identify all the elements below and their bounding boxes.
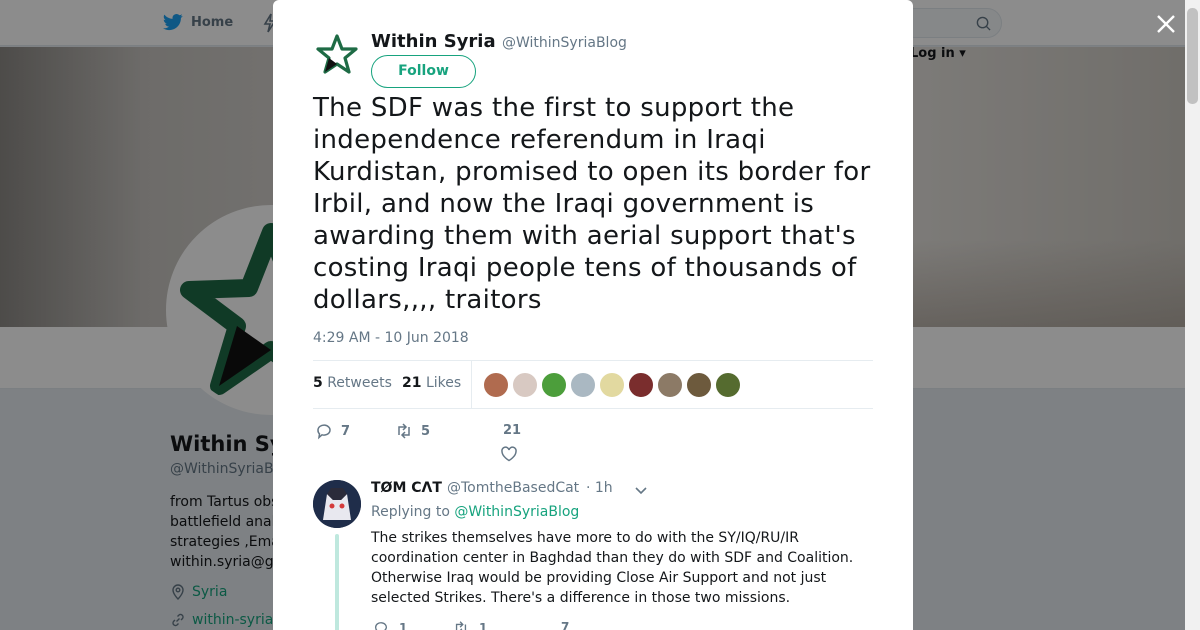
- reply-count: 7: [341, 423, 351, 439]
- reply-time[interactable]: · 1h: [586, 480, 613, 496]
- reply-tweet[interactable]: TØM CΛT @TomtheBasedCat · 1h Replying to…: [313, 474, 873, 630]
- replying-prefix: Replying to: [371, 504, 450, 520]
- reply-author-handle[interactable]: @TomtheBasedCat: [447, 480, 579, 496]
- reply-retweet-count: 1: [479, 621, 488, 630]
- close-icon[interactable]: [1154, 12, 1178, 36]
- stats-divider: [471, 361, 472, 409]
- like-count: 21: [503, 423, 522, 438]
- author-handle[interactable]: @WithinSyriaBlog: [502, 35, 627, 51]
- chevron-down-icon[interactable]: [633, 482, 649, 498]
- retweet-button[interactable]: 5: [395, 422, 430, 440]
- liker-avatar[interactable]: [628, 372, 654, 398]
- replying-to: Replying to @WithinSyriaBlog: [371, 504, 579, 520]
- retweets-stat[interactable]: 5 Retweets: [313, 375, 392, 391]
- retweet-icon: [398, 423, 410, 439]
- author-name[interactable]: Within Syria: [371, 31, 496, 52]
- heart-icon[interactable]: [500, 445, 518, 463]
- tweet-text: The SDF was the first to support the ind…: [313, 93, 871, 315]
- liker-avatar[interactable]: [686, 372, 712, 398]
- follow-button[interactable]: Follow: [371, 55, 476, 88]
- reply-retweet-button[interactable]: 1: [453, 620, 487, 630]
- likes-label: Likes: [425, 375, 462, 391]
- reply-reply-button[interactable]: 1: [373, 620, 407, 630]
- reply-author-name[interactable]: TØM CΛT: [371, 480, 442, 496]
- likes-stat[interactable]: 21 Likes: [402, 375, 461, 391]
- liker-avatar[interactable]: [657, 372, 683, 398]
- liker-avatar[interactable]: [483, 372, 509, 398]
- replying-to-handle[interactable]: @WithinSyriaBlog: [454, 504, 579, 520]
- reply-button[interactable]: 7: [315, 422, 350, 440]
- tweet-actions: 7 5 21: [313, 420, 873, 464]
- reply-thread-line: [335, 534, 339, 630]
- reply-icon: [375, 622, 387, 630]
- reply-like-count: 7: [561, 620, 570, 630]
- reply-reply-count: 1: [399, 621, 408, 630]
- author-avatar[interactable]: [313, 30, 361, 78]
- reply-text: The strikes themselves have more to do w…: [371, 530, 854, 606]
- liker-avatar[interactable]: [599, 372, 625, 398]
- reply-like-button[interactable]: 7: [561, 620, 569, 630]
- tweet-timestamp[interactable]: 4:29 AM - 10 Jun 2018: [313, 330, 469, 346]
- liker-avatar[interactable]: [541, 372, 567, 398]
- liker-avatar[interactable]: [570, 372, 596, 398]
- scrollbar-thumb[interactable]: [1187, 8, 1198, 104]
- retweets-count: 5: [313, 375, 323, 391]
- retweet-icon: [455, 621, 467, 630]
- tweet-modal: Within Syria @WithinSyriaBlog Follow The…: [273, 0, 913, 630]
- page-scrollbar[interactable]: [1185, 0, 1200, 630]
- liker-avatar[interactable]: [715, 372, 741, 398]
- retweet-count: 5: [421, 423, 431, 439]
- reply-author-avatar[interactable]: [313, 480, 361, 528]
- retweets-label: Retweets: [327, 375, 392, 391]
- likes-count: 21: [402, 375, 422, 391]
- reply-icon: [317, 424, 331, 440]
- liker-avatar[interactable]: [512, 372, 538, 398]
- likers-avatars: [483, 372, 741, 398]
- tweet-stats: 5 Retweets 21 Likes: [313, 360, 873, 409]
